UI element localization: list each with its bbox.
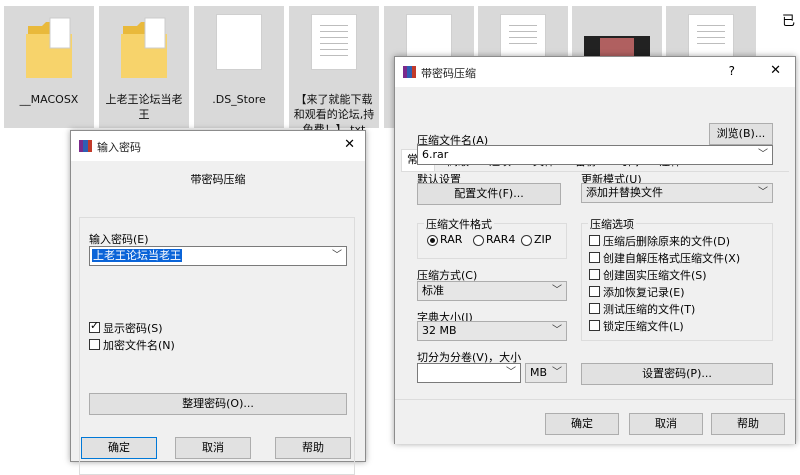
side-text: 已 bbox=[782, 14, 796, 29]
method-select[interactable]: 标准 ﹀ bbox=[417, 281, 567, 301]
folder-icon bbox=[26, 17, 72, 78]
test-files-label: 测试压缩的文件(T) bbox=[603, 303, 696, 316]
test-files-checkbox[interactable] bbox=[589, 303, 600, 314]
text-document-icon bbox=[311, 14, 357, 70]
dictionary-select[interactable]: 32 MB ﹀ bbox=[417, 321, 567, 341]
document-icon bbox=[216, 14, 262, 70]
help-button[interactable]: 帮助 bbox=[711, 413, 785, 435]
password-label: 输入密码(E) bbox=[89, 233, 149, 246]
file-name: 上老王论坛当老王 bbox=[105, 93, 183, 121]
options-group-title: 压缩选项 bbox=[588, 216, 636, 232]
chevron-down-icon: ﹀ bbox=[552, 325, 562, 336]
title-bar: 带密码压缩 ? ✕ bbox=[395, 57, 795, 87]
file-tile[interactable]: 上老王论坛当老王 bbox=[99, 6, 189, 128]
format-rar-radio[interactable] bbox=[427, 235, 438, 246]
archive-name-input[interactable]: 6.rar ﹀ bbox=[417, 145, 773, 165]
lock-archive-checkbox[interactable] bbox=[589, 320, 600, 331]
folder-icon bbox=[121, 17, 167, 78]
encrypt-filenames-checkbox[interactable] bbox=[89, 339, 100, 350]
format-zip-radio[interactable] bbox=[521, 235, 532, 246]
help-icon[interactable]: ? bbox=[729, 64, 735, 78]
format-group-title: 压缩文件格式 bbox=[424, 216, 494, 232]
file-tile[interactable]: 【来了就能下载和观看的论坛,持免费！】.txt bbox=[289, 6, 379, 136]
format-rar4-radio[interactable] bbox=[473, 235, 484, 246]
file-name: .DS_Store bbox=[212, 93, 266, 106]
organize-passwords-button[interactable]: 整理密码(O)... bbox=[89, 393, 347, 415]
show-password-checkbox[interactable] bbox=[89, 319, 100, 333]
format-rar4-label: RAR4 bbox=[486, 233, 516, 246]
file-name: __MACOSX bbox=[19, 93, 79, 106]
update-mode-value: 添加并替换文件 bbox=[586, 186, 663, 199]
cancel-button[interactable]: 取消 bbox=[175, 437, 251, 459]
ok-button[interactable]: 确定 bbox=[81, 437, 157, 459]
delete-after-label: 压缩后删除原来的文件(D) bbox=[603, 235, 731, 248]
lock-archive-label: 锁定压缩文件(L) bbox=[603, 320, 684, 333]
winrar-icon bbox=[79, 140, 92, 152]
close-icon[interactable]: ✕ bbox=[344, 137, 355, 152]
archive-dialog: 带密码压缩 ? ✕ 常规 高级 选项 文件 备份 时间 注释 压缩文件名(A) … bbox=[394, 56, 796, 444]
ok-button[interactable]: 确定 bbox=[545, 413, 619, 435]
dictionary-value: 32 MB bbox=[422, 324, 457, 337]
close-icon[interactable]: ✕ bbox=[770, 63, 781, 78]
create-sfx-checkbox[interactable] bbox=[589, 252, 600, 263]
winrar-icon bbox=[403, 66, 416, 78]
browse-button[interactable]: 浏览(B)... bbox=[709, 123, 773, 145]
update-mode-select[interactable]: 添加并替换文件 ﹀ bbox=[581, 183, 773, 203]
format-zip-label: ZIP bbox=[534, 233, 552, 246]
file-tile[interactable]: .DS_Store bbox=[194, 6, 284, 128]
delete-after-checkbox[interactable] bbox=[589, 235, 600, 246]
dialog-title: 带密码压缩 bbox=[421, 67, 476, 80]
chevron-down-icon: ﹀ bbox=[552, 367, 562, 378]
title-bar: 输入密码 ✕ bbox=[71, 131, 365, 161]
set-password-button[interactable]: 设置密码(P)... bbox=[581, 363, 773, 385]
format-rar-label: RAR bbox=[440, 233, 463, 246]
recovery-record-label: 添加恢复记录(E) bbox=[603, 286, 685, 299]
dialog-title: 输入密码 bbox=[97, 141, 141, 154]
dialog-subtitle: 带密码压缩 bbox=[190, 173, 246, 186]
split-unit-select[interactable]: MB ﹀ bbox=[525, 363, 567, 383]
password-dialog: 输入密码 ✕ 带密码压缩 输入密码(E) 上老王论坛当老王 ﹀ 显示密码(S) … bbox=[70, 130, 366, 475]
solid-archive-label: 创建固实压缩文件(S) bbox=[603, 269, 707, 282]
chevron-down-icon[interactable]: ﹀ bbox=[506, 364, 516, 382]
chevron-down-icon: ﹀ bbox=[552, 285, 562, 296]
encrypt-filenames-label: 加密文件名(N) bbox=[103, 339, 175, 352]
password-value: 上老王论坛当老王 bbox=[92, 249, 182, 262]
show-password-label: 显示密码(S) bbox=[103, 322, 163, 335]
help-button[interactable]: 帮助 bbox=[275, 437, 351, 459]
chevron-down-icon[interactable]: ﹀ bbox=[332, 247, 342, 265]
solid-archive-checkbox[interactable] bbox=[589, 269, 600, 280]
chevron-down-icon[interactable]: ﹀ bbox=[758, 146, 768, 164]
archive-name-value: 6.rar bbox=[422, 148, 449, 161]
cancel-button[interactable]: 取消 bbox=[629, 413, 703, 435]
method-value: 标准 bbox=[422, 284, 444, 297]
password-input[interactable]: 上老王论坛当老王 ﹀ bbox=[89, 246, 347, 266]
split-size-input[interactable]: ﹀ bbox=[417, 363, 521, 383]
create-sfx-label: 创建自解压格式压缩文件(X) bbox=[603, 252, 741, 265]
file-tile[interactable]: __MACOSX bbox=[4, 6, 94, 128]
recovery-record-checkbox[interactable] bbox=[589, 286, 600, 297]
profiles-button[interactable]: 配置文件(F)... bbox=[417, 183, 561, 205]
split-unit-value: MB bbox=[530, 366, 548, 379]
chevron-down-icon: ﹀ bbox=[758, 187, 768, 198]
